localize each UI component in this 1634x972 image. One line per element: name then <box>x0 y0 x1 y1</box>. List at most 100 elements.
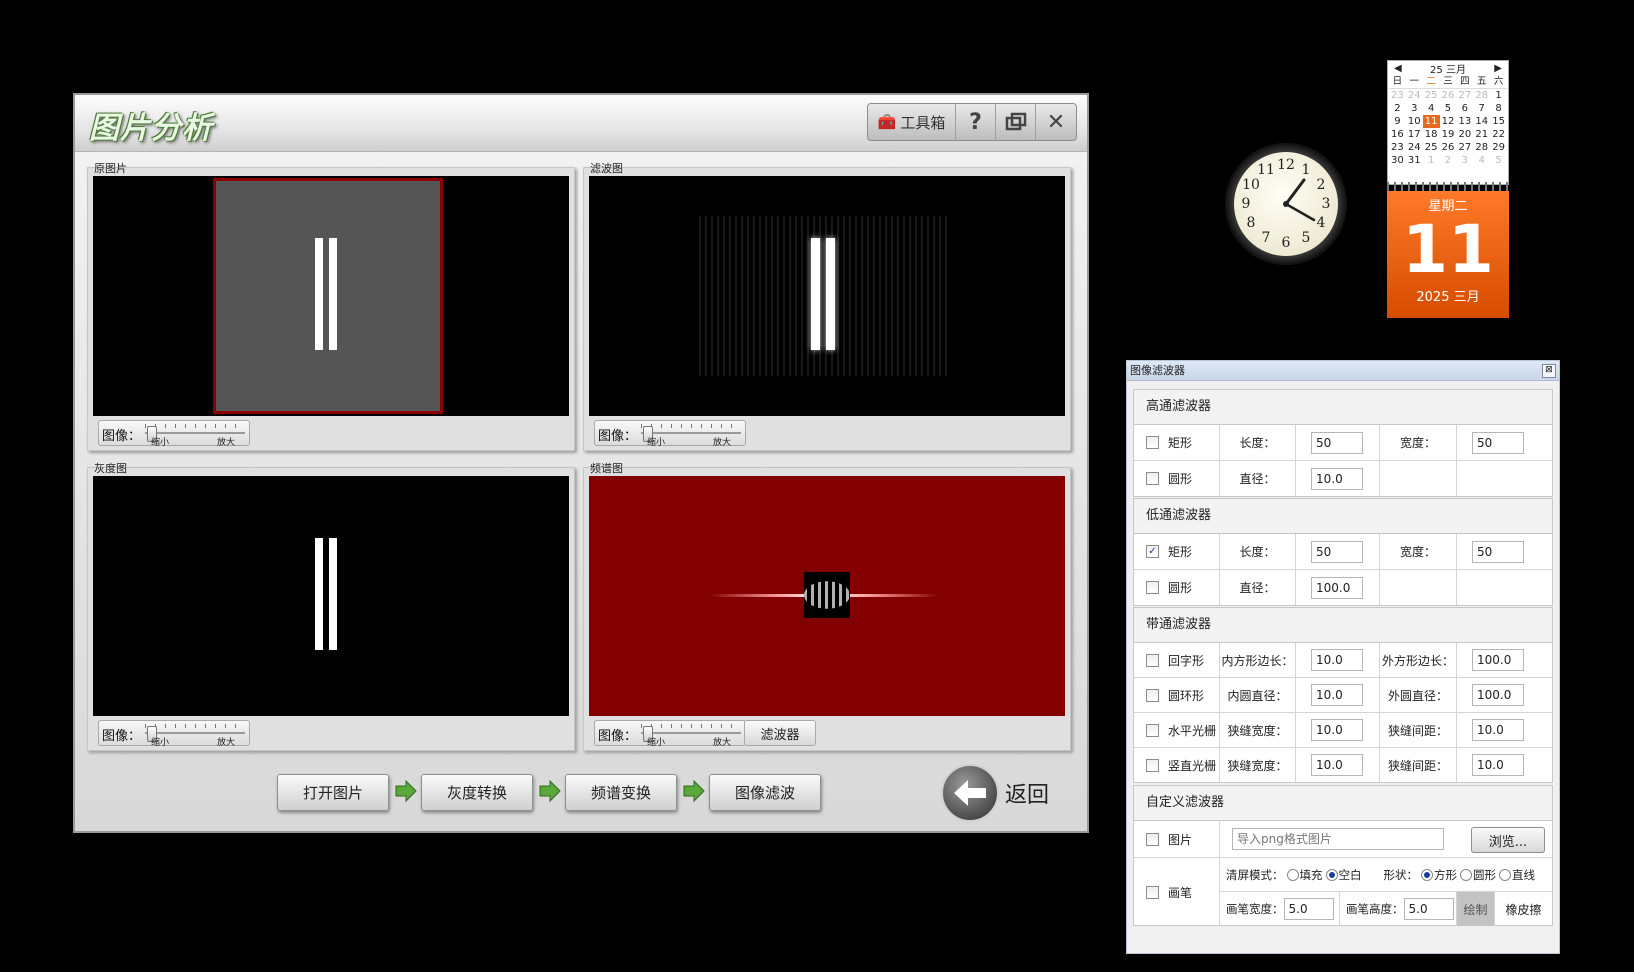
help-button[interactable]: ? <box>956 104 996 140</box>
calendar-day[interactable]: 14 <box>1473 115 1490 128</box>
calendar-day[interactable]: 26 <box>1440 89 1457 102</box>
checkbox[interactable] <box>1146 723 1159 737</box>
calendar-day[interactable]: 22 <box>1490 128 1507 141</box>
calendar-day[interactable]: 6 <box>1456 102 1473 115</box>
calendar-day[interactable]: 5 <box>1490 154 1507 167</box>
spectrum-transform-button[interactable]: 频谱变换 <box>565 774 677 811</box>
lowpass-rect-option[interactable]: ✓ 矩形 <box>1134 534 1220 569</box>
bandpass-value-2-input[interactable]: 10.0 <box>1472 754 1524 776</box>
calendar-day[interactable]: 31 <box>1406 154 1423 167</box>
lowpass-diameter-input[interactable]: 100.0 <box>1311 576 1363 599</box>
calendar-day[interactable]: 11 <box>1422 115 1440 128</box>
checkbox[interactable] <box>1146 653 1159 667</box>
calendar-day[interactable]: 28 <box>1473 141 1490 154</box>
checkbox[interactable] <box>1146 885 1159 899</box>
calendar-day[interactable]: 2 <box>1440 154 1457 167</box>
calendar-day[interactable]: 10 <box>1406 115 1423 128</box>
calendar-gadget[interactable]: ◀ 25 三月 ▶ 日一二三四五六 23 24 25 26 27 28 1 2 3 4 5 6 7 8 9 10… <box>1387 60 1509 318</box>
bandpass-option[interactable]: 回字形 <box>1134 643 1220 677</box>
highpass-diameter-input[interactable]: 10.0 <box>1311 467 1363 490</box>
checkbox[interactable] <box>1146 581 1159 594</box>
calendar-day[interactable]: 15 <box>1490 115 1507 128</box>
calendar-day[interactable]: 1 <box>1490 89 1507 102</box>
calendar-day[interactable]: 23 <box>1389 89 1406 102</box>
calendar-day[interactable]: 24 <box>1406 89 1423 102</box>
calendar-day[interactable]: 27 <box>1456 141 1473 154</box>
bandpass-value-1-input[interactable]: 10.0 <box>1311 719 1363 741</box>
zoom-slider-original[interactable]: 图像： 缩小 放大 <box>98 420 250 448</box>
restore-button[interactable] <box>996 104 1036 140</box>
bandpass-value-2-input[interactable]: 10.0 <box>1472 719 1524 741</box>
checkbox-checked[interactable]: ✓ <box>1146 545 1159 558</box>
calendar-day[interactable]: 24 <box>1406 141 1423 154</box>
calendar-day[interactable]: 26 <box>1440 141 1457 154</box>
checkbox[interactable] <box>1146 832 1159 846</box>
calendar-day[interactable]: 25 <box>1423 89 1440 102</box>
clock-gadget[interactable]: 12 1 2 3 4 5 6 7 8 9 10 11 <box>1225 143 1347 265</box>
calendar-day[interactable]: 25 <box>1423 141 1440 154</box>
bandpass-value-1-input[interactable]: 10.0 <box>1311 754 1363 776</box>
bandpass-value-2-input[interactable]: 100.0 <box>1472 684 1524 706</box>
erase-button[interactable]: 橡皮擦 <box>1495 892 1552 926</box>
calendar-day[interactable]: 28 <box>1473 89 1490 102</box>
custom-image-path-input[interactable]: 导入png格式图片 <box>1232 828 1444 850</box>
checkbox[interactable] <box>1146 758 1159 772</box>
lowpass-length-input[interactable]: 50 <box>1311 540 1363 563</box>
bandpass-option[interactable]: 圆环形 <box>1134 678 1220 712</box>
calendar-day[interactable]: 20 <box>1456 128 1473 141</box>
zoom-slider-gray[interactable]: 图像： 缩小 放大 <box>98 720 250 748</box>
calendar-day[interactable]: 18 <box>1423 128 1440 141</box>
bandpass-value-1-input[interactable]: 10.0 <box>1311 684 1363 706</box>
calendar-day[interactable]: 19 <box>1440 128 1457 141</box>
checkbox[interactable] <box>1146 436 1159 449</box>
lowpass-circle-option[interactable]: 圆形 <box>1134 570 1220 605</box>
radio-square[interactable] <box>1421 868 1433 881</box>
toolbox-button[interactable]: 🧰 工具箱 <box>868 104 956 140</box>
calendar-day[interactable]: 13 <box>1456 115 1473 128</box>
calendar-day[interactable]: 4 <box>1423 102 1440 115</box>
calendar-day[interactable]: 3 <box>1456 154 1473 167</box>
custom-brush-option[interactable]: 画笔 <box>1134 858 1220 926</box>
brush-width-input[interactable]: 5.0 <box>1283 898 1334 920</box>
open-image-button[interactable]: 打开图片 <box>277 774 389 811</box>
calendar-day[interactable]: 3 <box>1406 102 1423 115</box>
radio-round[interactable] <box>1460 868 1472 881</box>
bandpass-option[interactable]: 竖直光栅 <box>1134 748 1220 782</box>
image-filter-button[interactable]: 图像滤波 <box>709 774 821 811</box>
calendar-day[interactable]: 16 <box>1389 128 1406 141</box>
calendar-day[interactable]: 8 <box>1490 102 1507 115</box>
calendar-day[interactable]: 30 <box>1389 154 1406 167</box>
calendar-day[interactable]: 2 <box>1389 102 1406 115</box>
calendar-day[interactable]: 1 <box>1423 154 1440 167</box>
highpass-length-input[interactable]: 50 <box>1311 431 1363 454</box>
draw-button[interactable]: 绘制 <box>1457 892 1495 926</box>
calendar-day[interactable]: 9 <box>1389 115 1406 128</box>
radio-blank[interactable] <box>1325 868 1338 881</box>
calendar-day[interactable]: 17 <box>1406 128 1423 141</box>
custom-image-option[interactable]: 图片 <box>1134 821 1220 857</box>
zoom-slider-spectrum[interactable]: 图像： 缩小 放大 <box>594 720 746 748</box>
calendar-day[interactable]: 27 <box>1456 89 1473 102</box>
checkbox[interactable] <box>1146 472 1159 485</box>
lowpass-width-input[interactable]: 50 <box>1472 540 1524 563</box>
grayscale-button[interactable]: 灰度转换 <box>421 774 533 811</box>
calendar-day[interactable]: 21 <box>1473 128 1490 141</box>
calendar-day[interactable]: 12 <box>1440 115 1457 128</box>
bandpass-option[interactable]: 水平光栅 <box>1134 713 1220 747</box>
bandpass-value-2-input[interactable]: 100.0 <box>1472 649 1524 671</box>
highpass-width-input[interactable]: 50 <box>1472 431 1524 454</box>
prev-month-icon[interactable]: ◀ <box>1394 63 1402 74</box>
bandpass-value-1-input[interactable]: 10.0 <box>1311 649 1363 671</box>
calendar-day[interactable]: 5 <box>1440 102 1457 115</box>
calendar-day[interactable]: 7 <box>1473 102 1490 115</box>
radio-fill[interactable] <box>1286 868 1299 881</box>
calendar-day[interactable]: 29 <box>1490 141 1507 154</box>
calendar-day[interactable]: 23 <box>1389 141 1406 154</box>
checkbox[interactable] <box>1146 688 1159 702</box>
zoom-slider-filtered[interactable]: 图像： 缩小 放大 <box>594 420 746 448</box>
highpass-rect-option[interactable]: 矩形 <box>1134 425 1220 460</box>
back-button[interactable]: 返回 <box>941 764 1071 822</box>
close-button[interactable]: ✕ <box>1036 104 1076 140</box>
brush-height-input[interactable]: 5.0 <box>1403 898 1454 920</box>
browse-button[interactable]: 浏览... <box>1471 827 1545 853</box>
